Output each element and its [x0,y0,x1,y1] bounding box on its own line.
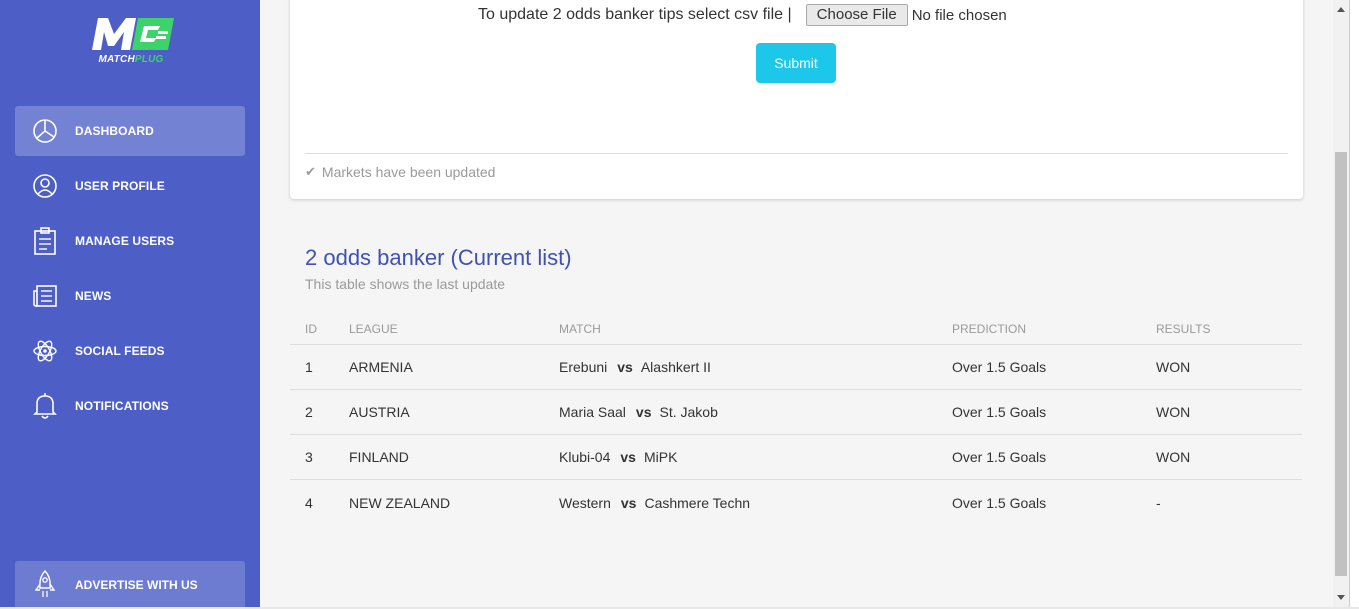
away-team: MiPK [643,449,678,465]
table-row: 2 AUSTRIA Maria Saal vs St. Jakob Over 1.5… [290,390,1302,435]
table-header: ID LEAGUE MATCH PREDICTION RESULTS [290,322,1302,345]
sidebar-item-news[interactable]: NEWS [15,271,245,321]
sidebar-item-social-feeds[interactable]: SOCIAL FEEDS [15,326,245,376]
cell-result: - [1156,494,1161,511]
sidebar-item-label: MANAGE USERS [75,234,175,248]
cell-prediction: Over 1.5 Goals [952,449,1047,465]
upload-prompt: To update 2 odds banker tips select csv … [478,6,792,23]
pie-chart-icon [15,118,75,144]
sidebar: MATCHPLUG DASHBOARD USER PROFILE MANAGE … [0,0,260,609]
rocket-icon [15,570,75,600]
advertise-label: ADVERTISE WITH US [75,578,198,592]
choose-file-button[interactable]: Choose File [805,4,908,26]
newspaper-icon [15,283,75,309]
cell-league: FINLAND [349,449,409,465]
scroll-up-icon[interactable] [1337,7,1345,12]
away-team: Alashkert II [640,359,711,375]
submit-button[interactable]: Submit [756,43,836,83]
home-team: Klubi-04 [559,449,611,465]
cell-match: Klubi-04 vs MiPK [559,449,952,465]
cell-id: 2 [305,404,313,420]
section-subtitle: This table shows the last update [305,276,506,292]
cell-league: ARMENIA [349,359,413,375]
sidebar-item-manage-users[interactable]: MANAGE USERS [15,216,245,266]
table-row: 3 FINLAND Klubi-04 vs MiPK Over 1.5 Goals … [290,435,1302,480]
vs-label: vs [635,404,652,420]
column-header-id: ID [305,322,317,336]
scrollbar-thumb[interactable] [1335,152,1347,576]
column-header-league: LEAGUE [349,322,398,336]
cell-result: WON [1156,404,1191,420]
upload-card: To update 2 odds banker tips select csv … [290,0,1303,199]
sidebar-item-label: NEWS [75,289,112,303]
file-status: No file chosen [911,6,1007,24]
column-header-prediction: PREDICTION [952,322,1027,336]
footer-message: Markets have been updated [321,164,496,180]
cell-prediction: Over 1.5 Goals [952,494,1047,511]
sidebar-item-user-profile[interactable]: USER PROFILE [15,161,245,211]
table-row: 1 ARMENIA Erebuni vs Alashkert II Over 1.5… [290,345,1302,390]
sidebar-item-label: SOCIAL FEEDS [75,344,165,358]
cell-id: 4 [305,494,313,511]
cell-result: WON [1156,449,1191,465]
cell-prediction: Over 1.5 Goals [952,359,1047,375]
atom-icon [15,338,75,364]
scroll-down-icon[interactable] [1337,595,1345,600]
odds-banker-table: ID LEAGUE MATCH PREDICTION RESULTS 1 ARM… [290,322,1302,525]
cell-prediction: Over 1.5 Goals [952,404,1047,420]
card-divider [305,153,1288,154]
away-team: St. Jakob [659,404,718,420]
window-edge [1349,0,1359,609]
home-team: Maria Saal [559,404,626,420]
vs-label: vs [620,494,637,511]
column-header-results: RESULTS [1156,322,1211,336]
home-team: Erebuni [559,359,608,375]
user-circle-icon [15,173,75,199]
cell-match: Western vs Cashmere Techn [559,495,952,511]
cell-match: Erebuni vs Alashkert II [559,359,952,375]
advertise-with-us-button[interactable]: ADVERTISE WITH US [15,561,245,609]
cell-id: 3 [305,449,313,465]
sidebar-item-notifications[interactable]: NOTIFICATIONS [15,381,245,431]
cell-match: Maria Saal vs St. Jakob [559,404,952,420]
sidebar-item-label: USER PROFILE [75,179,165,193]
sidebar-item-dashboard[interactable]: DASHBOARD [15,106,245,156]
cell-result: WON [1156,359,1191,375]
matchplug-logo[interactable]: MATCHPLUG [86,14,176,70]
sidebar-item-label: DASHBOARD [75,124,154,138]
sidebar-item-label: NOTIFICATIONS [75,399,169,413]
section-title: 2 odds banker (Current list) [305,245,572,270]
vs-label: vs [617,359,633,375]
vs-label: vs [620,449,636,465]
cell-id: 1 [305,359,313,375]
column-header-match: MATCH [559,322,601,336]
away-team: Cashmere Techn [644,494,751,511]
clipboard-icon [15,227,75,255]
bell-icon [15,392,75,420]
vertical-scrollbar[interactable] [1333,0,1349,607]
matchplug-logo-icon [92,18,174,50]
sidebar-nav: DASHBOARD USER PROFILE MANAGE USERS NEWS… [15,106,245,436]
csv-upload-row: To update 2 odds banker tips select csv … [478,4,1007,26]
cell-league: AUSTRIA [349,404,410,420]
home-team: Western [559,494,611,511]
card-footer: ✔ Markets have been updated [305,164,495,180]
cell-league: NEW ZEALAND [349,494,451,511]
logo-wordmark: MATCHPLUG [98,54,164,65]
check-icon: ✔ [305,164,316,179]
table-row: 4 NEW ZEALAND Western vs Cashmere Techn Ov… [290,480,1302,525]
